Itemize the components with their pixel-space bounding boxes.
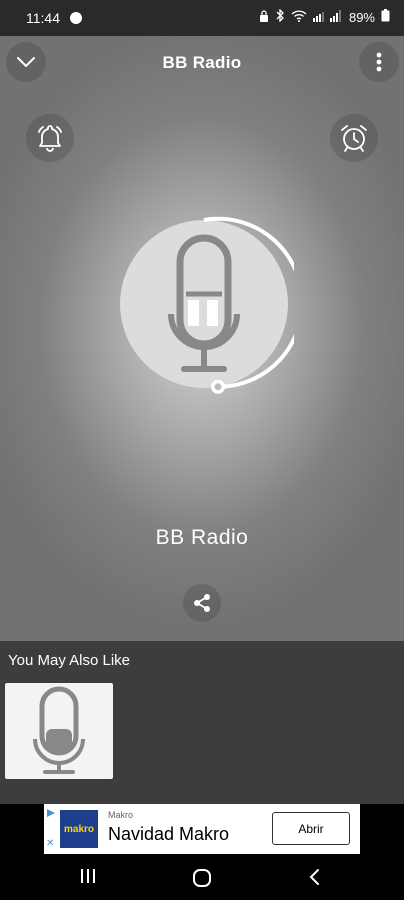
battery-percent: 89% bbox=[348, 9, 375, 25]
more-menu-button[interactable] bbox=[359, 42, 399, 82]
page-title: BB Radio bbox=[162, 53, 242, 72]
ad-title: Navidad Makro bbox=[108, 824, 230, 844]
wifi-icon bbox=[291, 9, 307, 25]
microphone-icon bbox=[33, 686, 85, 774]
bell-icon bbox=[38, 125, 62, 152]
ad-banner: ✕ makro Makro Navidad Makro Abrir bbox=[0, 804, 404, 858]
back-icon[interactable] bbox=[308, 868, 320, 891]
signal-icon bbox=[312, 9, 343, 25]
adchoices-icon[interactable] bbox=[46, 808, 56, 818]
station-name: BB Radio bbox=[155, 526, 249, 549]
alarm-clock-icon bbox=[341, 125, 367, 152]
station-artwork[interactable] bbox=[114, 214, 305, 394]
ad-close-icon[interactable]: ✕ bbox=[46, 838, 54, 849]
ad-card[interactable]: ✕ makro Makro Navidad Makro Abrir bbox=[44, 804, 360, 854]
lock-icon bbox=[259, 9, 269, 25]
system-nav-bar bbox=[0, 858, 404, 900]
share-button[interactable] bbox=[183, 584, 221, 622]
recommendations-section: You May Also Like bbox=[0, 641, 404, 804]
more-vertical-icon bbox=[376, 52, 382, 72]
alarm-button[interactable] bbox=[330, 114, 378, 162]
status-bar: 11:44 89% bbox=[0, 0, 404, 36]
notification-button[interactable] bbox=[26, 114, 74, 162]
player-screen: BB Radio BB Radio bbox=[0, 36, 404, 641]
recent-apps-icon[interactable] bbox=[80, 868, 96, 889]
ad-cta-button[interactable]: Abrir bbox=[272, 812, 350, 845]
bluetooth-icon bbox=[275, 8, 285, 25]
recommendation-item[interactable] bbox=[5, 683, 113, 779]
ad-advertiser: Makro bbox=[108, 810, 134, 820]
home-icon[interactable] bbox=[192, 868, 212, 893]
battery-icon bbox=[381, 9, 390, 25]
status-time: 11:44 bbox=[26, 10, 60, 26]
ad-logo: makro bbox=[60, 810, 98, 848]
section-heading: You May Also Like bbox=[8, 652, 131, 669]
circle-icon bbox=[70, 12, 82, 24]
share-icon bbox=[194, 594, 210, 612]
status-icons: 89% bbox=[259, 8, 390, 25]
